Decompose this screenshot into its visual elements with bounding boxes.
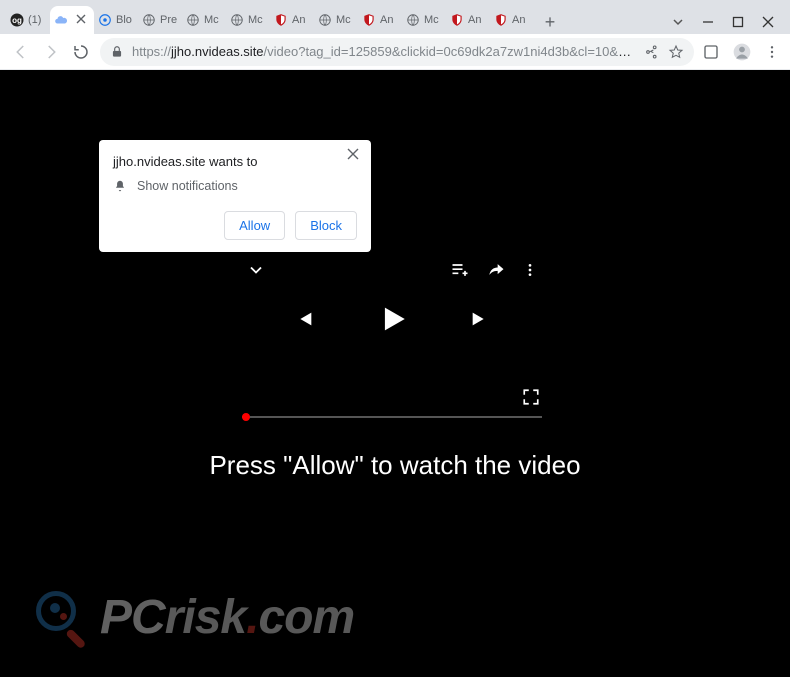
tab-title: Mc	[336, 14, 351, 26]
progress-bar[interactable]	[242, 416, 542, 418]
shield-favicon	[450, 13, 464, 27]
forward-button[interactable]	[40, 41, 62, 63]
chevron-down-icon[interactable]	[246, 260, 266, 280]
shield-favicon	[274, 13, 288, 27]
more-vert-icon[interactable]	[522, 261, 538, 279]
notif-message-row: Show notifications	[113, 179, 357, 193]
tab-title: An	[468, 14, 481, 26]
tab-10[interactable]: An	[446, 6, 490, 34]
notif-buttons: Allow Block	[113, 211, 357, 240]
watermark: PCrisk.com	[34, 589, 354, 645]
tab-title: Blo	[116, 14, 132, 26]
tab-1-active[interactable]	[50, 6, 94, 34]
notif-host: jjho.nvideas.site wants to	[113, 154, 357, 169]
menu-dots-icon[interactable]	[764, 44, 780, 60]
toolbar-right	[702, 42, 780, 62]
share-icon[interactable]	[644, 44, 660, 60]
back-button[interactable]	[10, 41, 32, 63]
tab-2[interactable]: Blo	[94, 6, 138, 34]
extensions-icon[interactable]	[702, 43, 720, 61]
tab-7[interactable]: Mc	[314, 6, 358, 34]
watermark-com: com	[258, 590, 354, 645]
url-host: jjho.nvideas.site	[171, 44, 264, 59]
block-button[interactable]: Block	[295, 211, 357, 240]
address-bar[interactable]: https://jjho.nvideas.site/video?tag_id=1…	[100, 38, 694, 66]
svg-text:og: og	[12, 16, 22, 25]
play-icon[interactable]	[375, 302, 409, 336]
tab-title: Mc	[424, 14, 439, 26]
shield-favicon	[362, 13, 376, 27]
player-controls	[242, 302, 542, 336]
instruction-text: Press "Allow" to watch the video	[0, 450, 790, 481]
player-top-bar	[242, 260, 542, 280]
tab-title: Mc	[248, 14, 263, 26]
video-player[interactable]	[242, 260, 542, 418]
tab-title: (1)	[28, 14, 41, 26]
plus-icon: +	[545, 12, 556, 33]
tabs-row: og (1) Blo Pre	[0, 0, 656, 34]
fullscreen-icon[interactable]	[522, 388, 540, 406]
notification-prompt: jjho.nvideas.site wants to Show notifica…	[99, 140, 371, 252]
watermark-risk: risk	[165, 590, 246, 645]
url-path: /video?tag_id=125859&clickid=0c69dk2a7zw…	[264, 44, 636, 59]
tab-5[interactable]: Mc	[226, 6, 270, 34]
tab-3[interactable]: Pre	[138, 6, 182, 34]
globe-favicon	[318, 13, 332, 27]
tab-0[interactable]: og (1)	[6, 6, 50, 34]
close-icon[interactable]	[347, 148, 361, 162]
tab-8[interactable]: An	[358, 6, 402, 34]
tab-9[interactable]: Mc	[402, 6, 446, 34]
minimize-icon[interactable]	[702, 16, 714, 28]
new-tab-button[interactable]: +	[538, 10, 562, 34]
globe-favicon	[406, 13, 420, 27]
profile-icon[interactable]	[732, 42, 752, 62]
tab-11[interactable]: An	[490, 6, 534, 34]
reload-button[interactable]	[70, 41, 92, 63]
shield-favicon	[494, 13, 508, 27]
tab-title: An	[512, 14, 525, 26]
tab-title: An	[380, 14, 393, 26]
playlist-add-icon[interactable]	[450, 260, 470, 280]
globe-blue-favicon	[98, 13, 112, 27]
tab-title: Pre	[160, 14, 177, 26]
watermark-text: PCrisk.com	[100, 590, 354, 645]
globe-favicon	[186, 13, 200, 27]
maximize-icon[interactable]	[732, 16, 744, 28]
lock-icon	[110, 45, 124, 59]
star-icon[interactable]	[668, 44, 684, 60]
progress-handle[interactable]	[242, 413, 250, 421]
allow-button[interactable]: Allow	[224, 211, 285, 240]
magnifier-icon	[34, 589, 90, 645]
url-text: https://jjho.nvideas.site/video?tag_id=1…	[132, 44, 636, 59]
watermark-pc: PC	[100, 590, 165, 645]
globe-favicon	[230, 13, 244, 27]
player-bottom	[242, 388, 542, 418]
notif-message: Show notifications	[137, 179, 238, 193]
previous-track-icon[interactable]	[293, 308, 315, 330]
chevron-down-icon[interactable]	[672, 16, 684, 28]
titlebar: og (1) Blo Pre	[0, 0, 790, 34]
globe-favicon	[142, 13, 156, 27]
next-track-icon[interactable]	[469, 308, 491, 330]
og-favicon: og	[10, 13, 24, 27]
tab-title: Mc	[204, 14, 219, 26]
tab-title: An	[292, 14, 305, 26]
window-controls	[656, 16, 790, 34]
tab-4[interactable]: Mc	[182, 6, 226, 34]
watermark-dot: .	[246, 590, 258, 645]
url-prefix: https://	[132, 44, 171, 59]
close-window-icon[interactable]	[762, 16, 774, 28]
toolbar: https://jjho.nvideas.site/video?tag_id=1…	[0, 34, 790, 70]
close-tab-icon[interactable]	[76, 14, 88, 26]
page-content: Press "Allow" to watch the video jjho.nv…	[0, 70, 790, 677]
share-forward-icon[interactable]	[486, 260, 506, 280]
tab-6[interactable]: An	[270, 6, 314, 34]
cloud-favicon	[54, 13, 68, 27]
bell-icon	[113, 179, 127, 193]
